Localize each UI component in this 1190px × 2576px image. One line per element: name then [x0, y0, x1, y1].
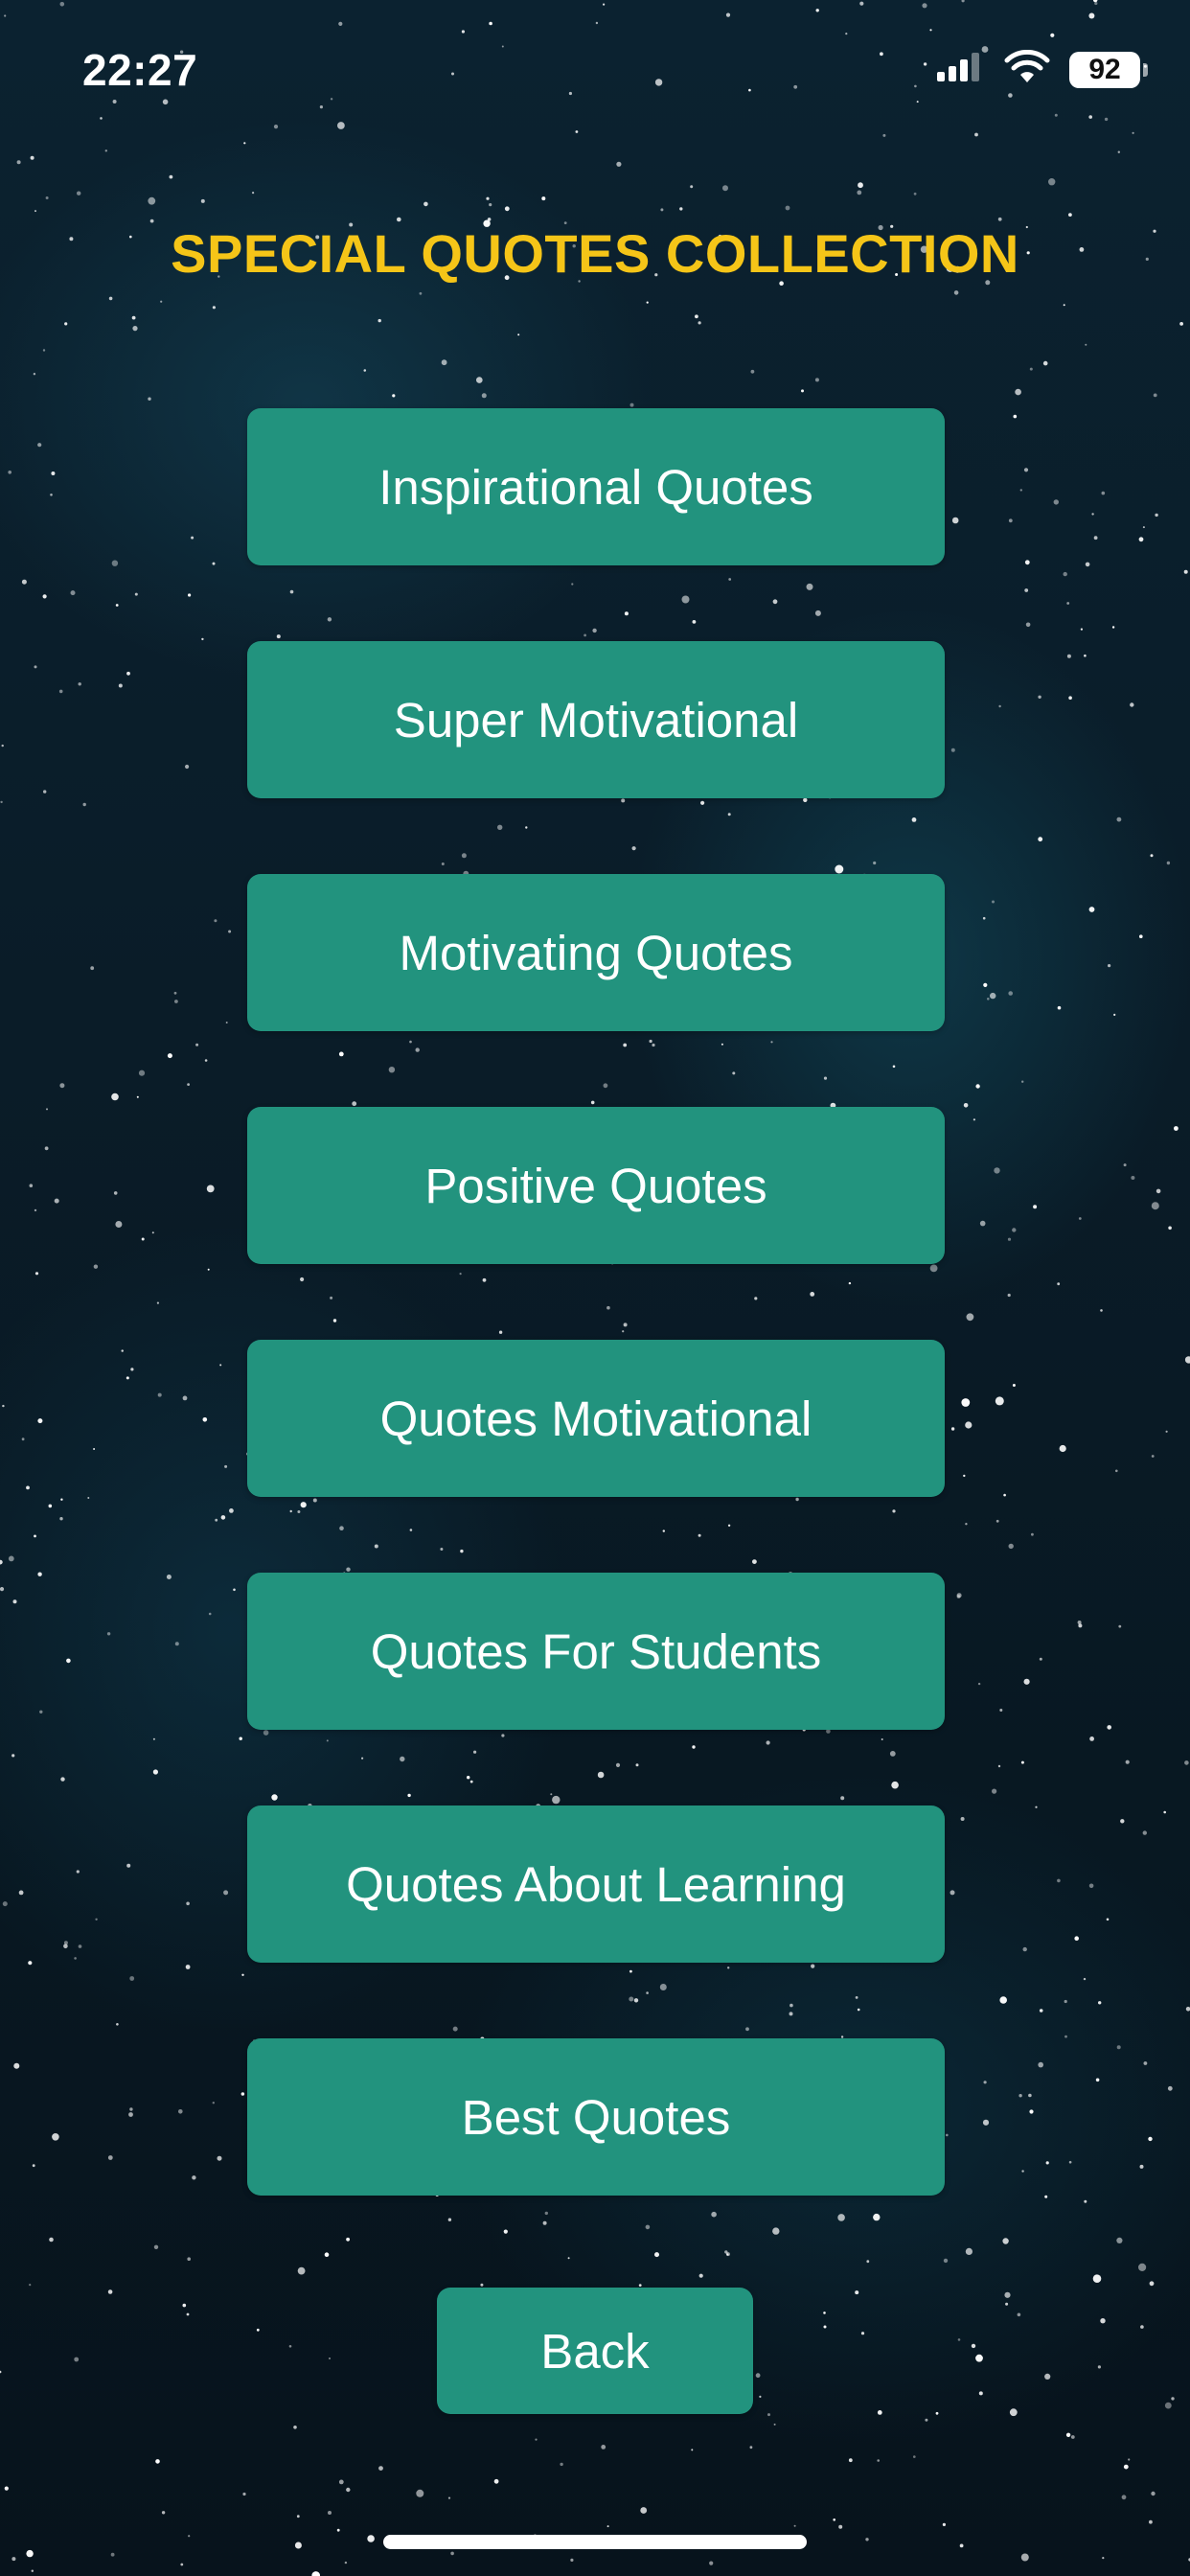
app-screen: 22:27 92 SPECIAL QUOTES COLLECTION Inspi…	[0, 0, 1190, 2576]
super-motivational-button[interactable]: Super Motivational	[247, 641, 945, 798]
page-title: SPECIAL QUOTES COLLECTION	[171, 223, 1019, 284]
quotes-motivational-button[interactable]: Quotes Motivational	[247, 1340, 945, 1497]
cellular-signal-icon	[935, 51, 985, 88]
best-quotes-button[interactable]: Best Quotes	[247, 2038, 945, 2196]
status-icons: 92	[935, 49, 1148, 89]
battery-icon: 92	[1069, 51, 1148, 88]
quotes-for-students-button[interactable]: Quotes For Students	[247, 1573, 945, 1730]
battery-level: 92	[1088, 53, 1121, 85]
positive-quotes-button[interactable]: Positive Quotes	[247, 1107, 945, 1264]
quotes-category-list: Inspirational Quotes Super Motivational …	[247, 408, 945, 2271]
quotes-about-learning-button[interactable]: Quotes About Learning	[247, 1806, 945, 1963]
home-indicator	[383, 2535, 807, 2549]
status-time: 22:27	[82, 45, 198, 95]
wifi-icon	[1004, 49, 1050, 89]
inspirational-quotes-button[interactable]: Inspirational Quotes	[247, 408, 945, 565]
motivating-quotes-button[interactable]: Motivating Quotes	[247, 874, 945, 1031]
back-button[interactable]: Back	[437, 2288, 753, 2414]
